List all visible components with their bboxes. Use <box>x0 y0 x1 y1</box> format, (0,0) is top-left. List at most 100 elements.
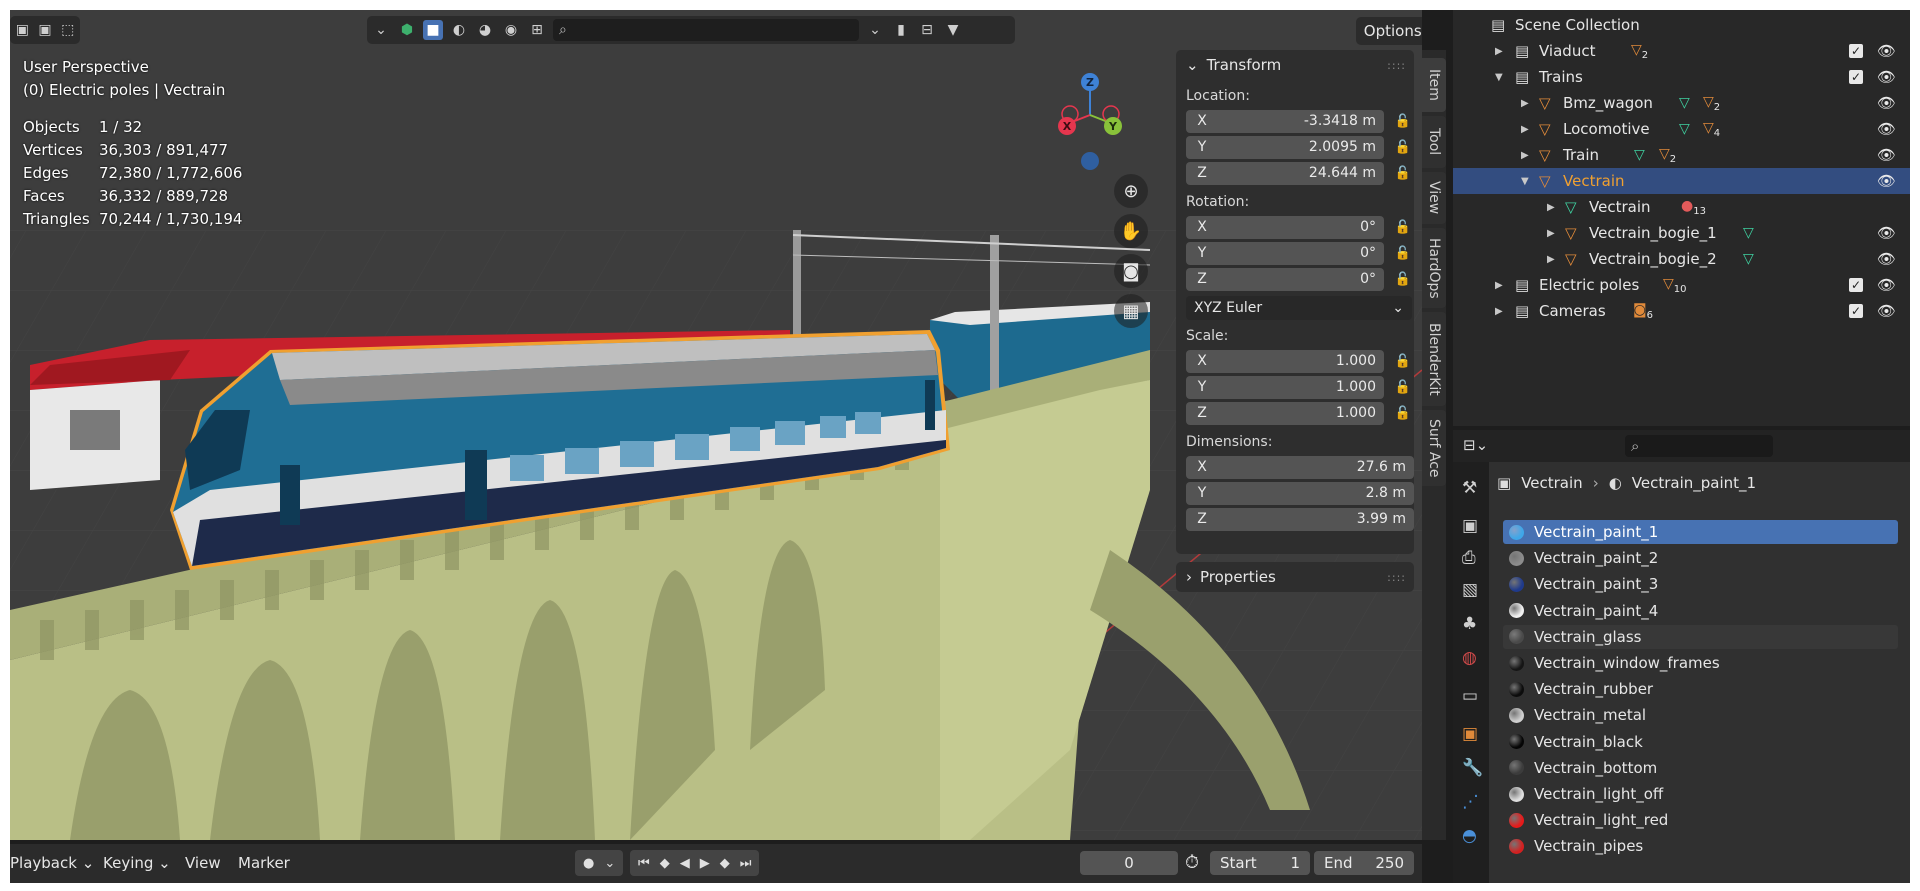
tool-icon[interactable]: ⚒ <box>1462 478 1477 498</box>
expand-arrow-icon[interactable]: ▶ <box>1547 202 1555 213</box>
jump-start-icon[interactable]: ⏮ <box>638 856 650 871</box>
outliner[interactable]: ▤ Scene Collection ▶ ▤ Viaduct ▽2 ✓ 👁 ▼ ▤… <box>1453 10 1910 426</box>
next-keyframe-icon[interactable]: ◆ <box>720 856 730 871</box>
expand-arrow-icon[interactable]: ▶ <box>1521 124 1529 135</box>
view-menu[interactable]: View <box>185 854 221 872</box>
pan-hand-icon[interactable]: ✋ <box>1114 214 1148 248</box>
bookmark-icon[interactable]: ▮ <box>891 20 911 40</box>
play-reverse-icon[interactable]: ◀ <box>680 856 690 871</box>
eye-icon[interactable]: 👁 <box>1877 146 1896 164</box>
include-checkbox[interactable]: ✓ <box>1849 70 1863 84</box>
material-slot-item[interactable]: Vectrain_pipes <box>1503 834 1898 858</box>
material-slot-item[interactable]: Vectrain_paint_2 <box>1503 546 1898 570</box>
tab-blenderkit[interactable]: BlenderKit <box>1422 312 1446 406</box>
eye-icon[interactable]: 👁 <box>1877 302 1896 320</box>
outliner-row-train[interactable]: ▶ ▽ Train ▽ ▽2 👁 <box>1453 142 1910 168</box>
material-slot-item[interactable]: Vectrain_bottom <box>1503 756 1898 780</box>
material-slot-item[interactable]: Vectrain_black <box>1503 730 1898 754</box>
shading-solid-icon[interactable]: ■ <box>423 20 443 40</box>
field-value[interactable]: 3.99 m <box>1218 511 1414 527</box>
material-slot-item[interactable]: Vectrain_paint_1 <box>1503 520 1898 544</box>
expand-arrow-icon[interactable]: ▶ <box>1495 280 1503 291</box>
material-slot-item[interactable]: Vectrain_paint_3 <box>1503 572 1898 596</box>
transform-header[interactable]: ⌄ Transform :::: <box>1176 50 1414 80</box>
expand-arrow-icon[interactable]: ▶ <box>1521 98 1529 109</box>
location-y-field[interactable]: Y 2.0095 m 🔓 <box>1186 134 1414 160</box>
rotation-y-field[interactable]: Y 0° 🔓 <box>1186 240 1414 266</box>
chevron-down-icon[interactable]: ⌄ <box>865 20 885 40</box>
lock-icon[interactable]: 🔓 <box>1392 114 1414 129</box>
material-slot-item[interactable]: Vectrain_window_frames <box>1503 651 1898 675</box>
outliner-row-electric-poles[interactable]: ▶ ▤ Electric poles ▽10 ✓ 👁 <box>1453 272 1910 298</box>
field-value[interactable]: 0° <box>1218 245 1384 261</box>
material-slot-item[interactable]: Vectrain_rubber <box>1503 677 1898 701</box>
properties-search-input[interactable]: ⌕ <box>1625 435 1773 457</box>
field-value[interactable]: 1.000 <box>1218 405 1384 421</box>
world-icon[interactable]: ◍ <box>1462 648 1477 668</box>
jump-end-icon[interactable]: ⏭ <box>740 856 752 871</box>
overlay-icon[interactable]: ⊞ <box>527 20 547 40</box>
eye-icon[interactable]: 👁 <box>1877 94 1896 112</box>
material-slot-item[interactable]: Vectrain_glass <box>1503 624 1898 649</box>
grip-icon[interactable]: :::: <box>1387 571 1406 584</box>
expand-arrow-icon[interactable]: ▶ <box>1547 254 1555 265</box>
view-layer-icon[interactable]: ▧ <box>1462 580 1478 600</box>
options-button[interactable]: Options ⌄ <box>1356 17 1422 45</box>
field-value[interactable]: 2.8 m <box>1218 485 1414 501</box>
select-box-icon[interactable]: ⬚ <box>59 20 76 40</box>
prev-keyframe-icon[interactable]: ◆ <box>660 856 670 871</box>
hierarchy-icon[interactable]: ⊟ <box>917 20 937 40</box>
output-icon[interactable]: ⎙ <box>1462 548 1476 568</box>
field-value[interactable]: 1.000 <box>1218 353 1384 369</box>
include-checkbox[interactable]: ✓ <box>1849 278 1863 292</box>
rotation-x-field[interactable]: X 0° 🔓 <box>1186 214 1414 240</box>
end-frame-field[interactable]: End 250 <box>1314 851 1414 875</box>
eye-icon[interactable]: 👁 <box>1877 120 1896 138</box>
navigation-gizmo[interactable]: Z X Y <box>1045 60 1135 170</box>
layout-icon-2[interactable]: ▣ <box>37 20 54 40</box>
collapse-arrow-icon[interactable]: ▼ <box>1495 72 1503 83</box>
tab-tool[interactable]: Tool <box>1422 116 1446 168</box>
keying-menu[interactable]: Keying ⌄ <box>103 854 171 872</box>
physics-icon[interactable]: ◓ <box>1462 826 1477 846</box>
field-value[interactable]: 24.644 m <box>1218 165 1384 181</box>
tab-surf-ace[interactable]: Surf Ace <box>1422 410 1446 486</box>
zoom-icon[interactable]: ⊕ <box>1114 174 1148 208</box>
material-slot-item[interactable]: Vectrain_light_off <box>1503 782 1898 806</box>
current-frame-field[interactable]: 0 <box>1080 851 1178 875</box>
camera-icon[interactable]: ◙ <box>1114 254 1148 288</box>
outliner-row-trains[interactable]: ▼ ▤ Trains ✓ 👁 <box>1453 64 1910 90</box>
eye-icon[interactable]: 👁 <box>1877 172 1896 190</box>
expand-arrow-icon[interactable]: ▶ <box>1521 150 1529 161</box>
particles-icon[interactable]: ⋰ <box>1462 792 1479 812</box>
playback-menu[interactable]: Playback ⌄ <box>10 854 94 872</box>
eye-icon[interactable]: 👁 <box>1877 250 1896 268</box>
editor-type-icon[interactable]: ⬢ <box>397 20 417 40</box>
outliner-root[interactable]: ▤ Scene Collection <box>1453 12 1910 38</box>
lock-icon[interactable]: 🔓 <box>1392 272 1414 287</box>
dimensions-x-field[interactable]: X 27.6 m <box>1186 454 1414 480</box>
object-properties-icon[interactable]: ▣ <box>1462 724 1478 744</box>
expand-arrow-icon[interactable]: ▶ <box>1495 306 1503 317</box>
material-slot-item[interactable]: Vectrain_light_red <box>1503 808 1898 832</box>
location-x-field[interactable]: X -3.3418 m 🔓 <box>1186 108 1414 134</box>
outliner-row-vectrain[interactable]: ▼ ▽ Vectrain 👁 <box>1453 168 1910 194</box>
include-checkbox[interactable]: ✓ <box>1849 304 1863 318</box>
material-slot-item[interactable]: Vectrain_metal <box>1503 703 1898 727</box>
lock-icon[interactable]: 🔓 <box>1392 406 1414 421</box>
outliner-row-vectrain-mesh[interactable]: ▶ ▽ Vectrain ●13 <box>1453 194 1910 220</box>
lock-icon[interactable]: 🔓 <box>1392 220 1414 235</box>
play-icon[interactable]: ▶ <box>700 856 710 871</box>
stopwatch-icon[interactable]: ⏱ <box>1185 852 1199 873</box>
field-value[interactable]: 0° <box>1218 271 1384 287</box>
field-value[interactable]: 2.0095 m <box>1218 139 1384 155</box>
lock-icon[interactable]: 🔓 <box>1392 380 1414 395</box>
shading-material-icon[interactable]: ◐ <box>449 20 469 40</box>
outliner-row-bogie-1[interactable]: ▶ ▽ Vectrain_bogie_1 ▽ 👁 <box>1453 220 1910 246</box>
rotation-z-field[interactable]: Z 0° 🔓 <box>1186 266 1414 292</box>
keyframe-record-button[interactable]: ● ⌄ <box>575 850 624 876</box>
eye-icon[interactable]: 👁 <box>1877 68 1896 86</box>
shading-rendered-icon[interactable]: ◕ <box>475 20 495 40</box>
3d-viewport[interactable]: ▣ ▣ ⬚ ⌄ ⬢ ■ ◐ ◕ ◉ ⊞ ⌕ ⌄ ▮ ⊟ ▼ Options ⌄ <box>10 10 1422 840</box>
chevron-down-icon[interactable]: ⌄ <box>371 20 391 40</box>
